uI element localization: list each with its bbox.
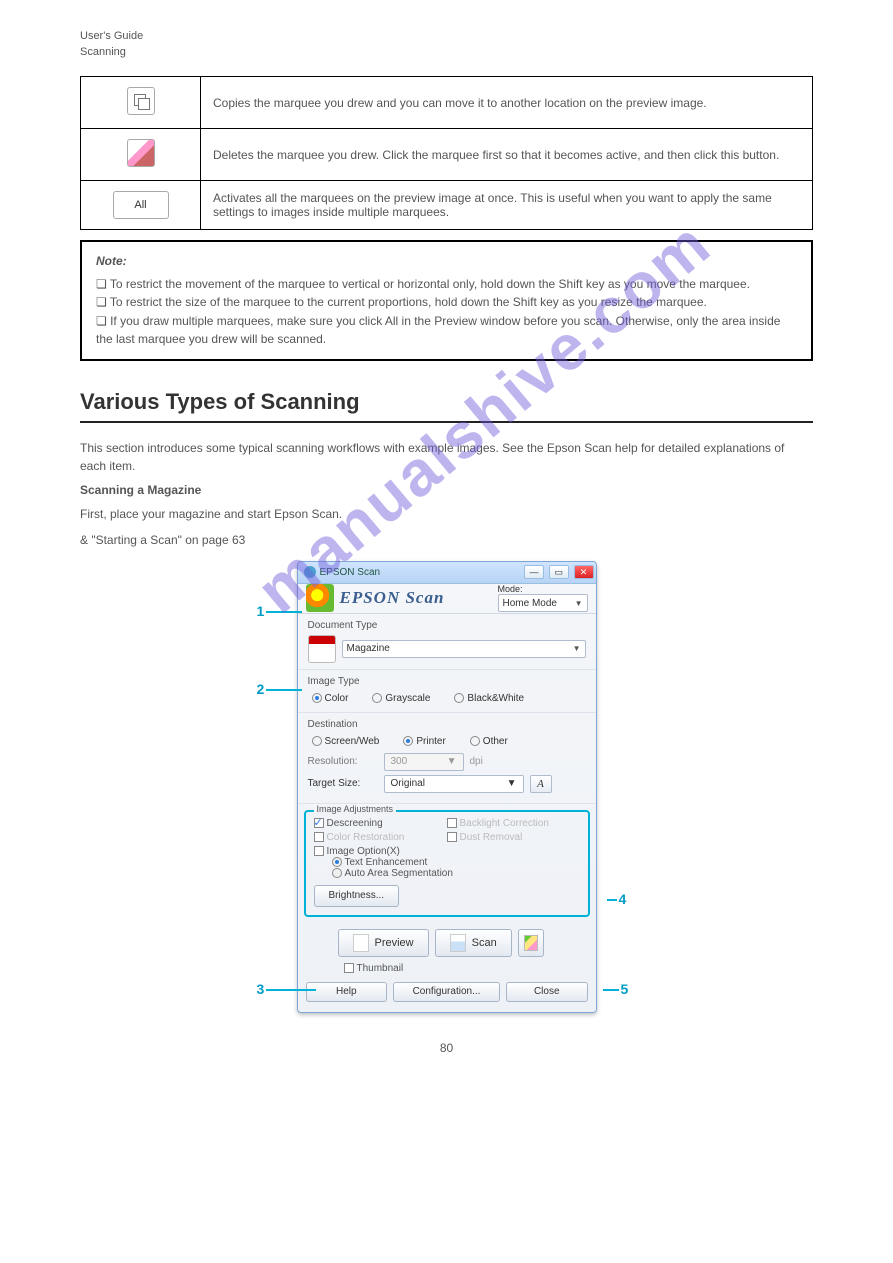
image-adjustments-group: Image Adjustments Descreening Color Rest… — [304, 810, 590, 917]
radio-bw[interactable]: Black&White — [454, 693, 524, 704]
preview-scan-row: Preview Scan — [298, 923, 596, 963]
radio-color[interactable]: Color — [312, 693, 349, 704]
window-titlebar[interactable]: EPSON Scan — ▭ ✕ — [298, 562, 596, 584]
callout-4: 4 — [605, 891, 627, 907]
icon-row1-text: Copies the marquee you drew and you can … — [201, 77, 813, 129]
target-size-label: Target Size: — [308, 778, 378, 789]
scanner-icon — [450, 934, 466, 952]
heading-rule — [80, 421, 813, 423]
radio-other[interactable]: Other — [470, 736, 508, 747]
destination-label: Destination — [308, 719, 586, 730]
page-header-section: Scanning — [80, 46, 813, 58]
subsection-paragraph: First, place your magazine and start Eps… — [80, 505, 813, 523]
cb-image-option[interactable]: Image Option(X) — [314, 846, 447, 857]
scan-button[interactable]: Scan — [435, 929, 512, 957]
copy-marquee-icon — [127, 87, 155, 115]
cb-color-restoration: Color Restoration — [314, 832, 447, 843]
all-button-icon: All — [113, 191, 169, 219]
radio-grayscale[interactable]: Grayscale — [372, 693, 430, 704]
icon-row2-text: Deletes the marquee you drew. Click the … — [201, 129, 813, 181]
document-type-group: Document Type Magazine▼ — [298, 614, 596, 670]
intro-paragraph: This section introduces some typical sca… — [80, 439, 813, 475]
resolution-label: Resolution: — [308, 756, 378, 767]
image-adjustments-title: Image Adjustments — [314, 804, 397, 814]
icon-table: Copies the marquee you drew and you can … — [80, 76, 813, 230]
maximize-button[interactable]: ▭ — [549, 565, 569, 579]
radio-text-enhancement: Text Enhancement — [332, 857, 580, 868]
doc-type-select[interactable]: Magazine▼ — [342, 640, 586, 658]
folder-icon — [524, 935, 538, 951]
section-heading: Various Types of Scanning — [80, 389, 813, 415]
minimize-button[interactable]: — — [524, 565, 544, 579]
icon-row3-text: Activates all the marquees on the previe… — [201, 181, 813, 230]
doc-type-label: Document Type — [308, 620, 586, 631]
radio-printer[interactable]: Printer — [403, 736, 445, 747]
orientation-button[interactable]: A — [530, 775, 552, 793]
page-header-title: User's Guide — [80, 30, 813, 42]
xref-link[interactable]: & "Starting a Scan" on page 63 — [80, 531, 813, 549]
mode-select[interactable]: Home Mode▼ — [498, 594, 588, 612]
app-icon — [304, 566, 316, 578]
mode-label: Mode: — [498, 584, 523, 594]
page-icon — [353, 934, 369, 952]
callout-2: 2 — [257, 681, 305, 697]
image-type-label: Image Type — [308, 676, 586, 687]
delete-marquee-icon — [127, 139, 155, 167]
preview-button[interactable]: Preview — [338, 929, 429, 957]
doc-thumb-icon — [308, 635, 336, 663]
note-line2: ❏ To restrict the size of the marquee to… — [96, 293, 797, 312]
cb-dust-removal: Dust Removal — [447, 832, 580, 843]
cb-descreening[interactable]: Descreening — [314, 818, 447, 829]
callout-1: 1 — [257, 603, 305, 619]
radio-auto-area: Auto Area Segmentation — [332, 868, 580, 879]
thumbnail-label: Thumbnail — [357, 963, 404, 974]
page-number: 80 — [80, 1041, 813, 1055]
cb-backlight: Backlight Correction — [447, 818, 580, 829]
resolution-unit: dpi — [470, 756, 483, 767]
bottom-row: Help Configuration... Close — [298, 978, 596, 1012]
configuration-button[interactable]: Configuration... — [393, 982, 500, 1002]
image-type-group: Image Type Color Grayscale Black&White — [298, 670, 596, 713]
note-line3: ❏ If you draw multiple marquees, make su… — [96, 312, 797, 349]
epson-scan-window: EPSON Scan — ▭ ✕ EPSON Scan Mode: Home M… — [297, 561, 597, 1013]
note-label: Note: — [96, 252, 797, 271]
brightness-button[interactable]: Brightness... — [314, 885, 400, 907]
brand-row: EPSON Scan Mode: Home Mode▼ — [298, 584, 596, 614]
close-button[interactable]: ✕ — [574, 565, 594, 579]
subsection-label: Scanning a Magazine — [80, 483, 813, 497]
brand-logo: EPSON Scan — [340, 588, 498, 608]
destination-group: Destination Screen/Web Printer Other Res… — [298, 713, 596, 804]
target-size-select[interactable]: Original▼ — [384, 775, 524, 793]
note-line1: ❏ To restrict the movement of the marque… — [96, 275, 797, 294]
callout-5: 5 — [601, 981, 629, 997]
callout-3: 3 — [257, 981, 319, 997]
window-title: EPSON Scan — [320, 567, 522, 578]
note-box: Note: ❏ To restrict the movement of the … — [80, 240, 813, 361]
resolution-select[interactable]: 300▼ — [384, 753, 464, 771]
close-dialog-button[interactable]: Close — [506, 982, 588, 1002]
thumbnail-checkbox[interactable] — [344, 963, 354, 973]
file-save-settings-button[interactable] — [518, 929, 544, 957]
radio-screen[interactable]: Screen/Web — [312, 736, 380, 747]
flower-icon — [306, 584, 334, 612]
